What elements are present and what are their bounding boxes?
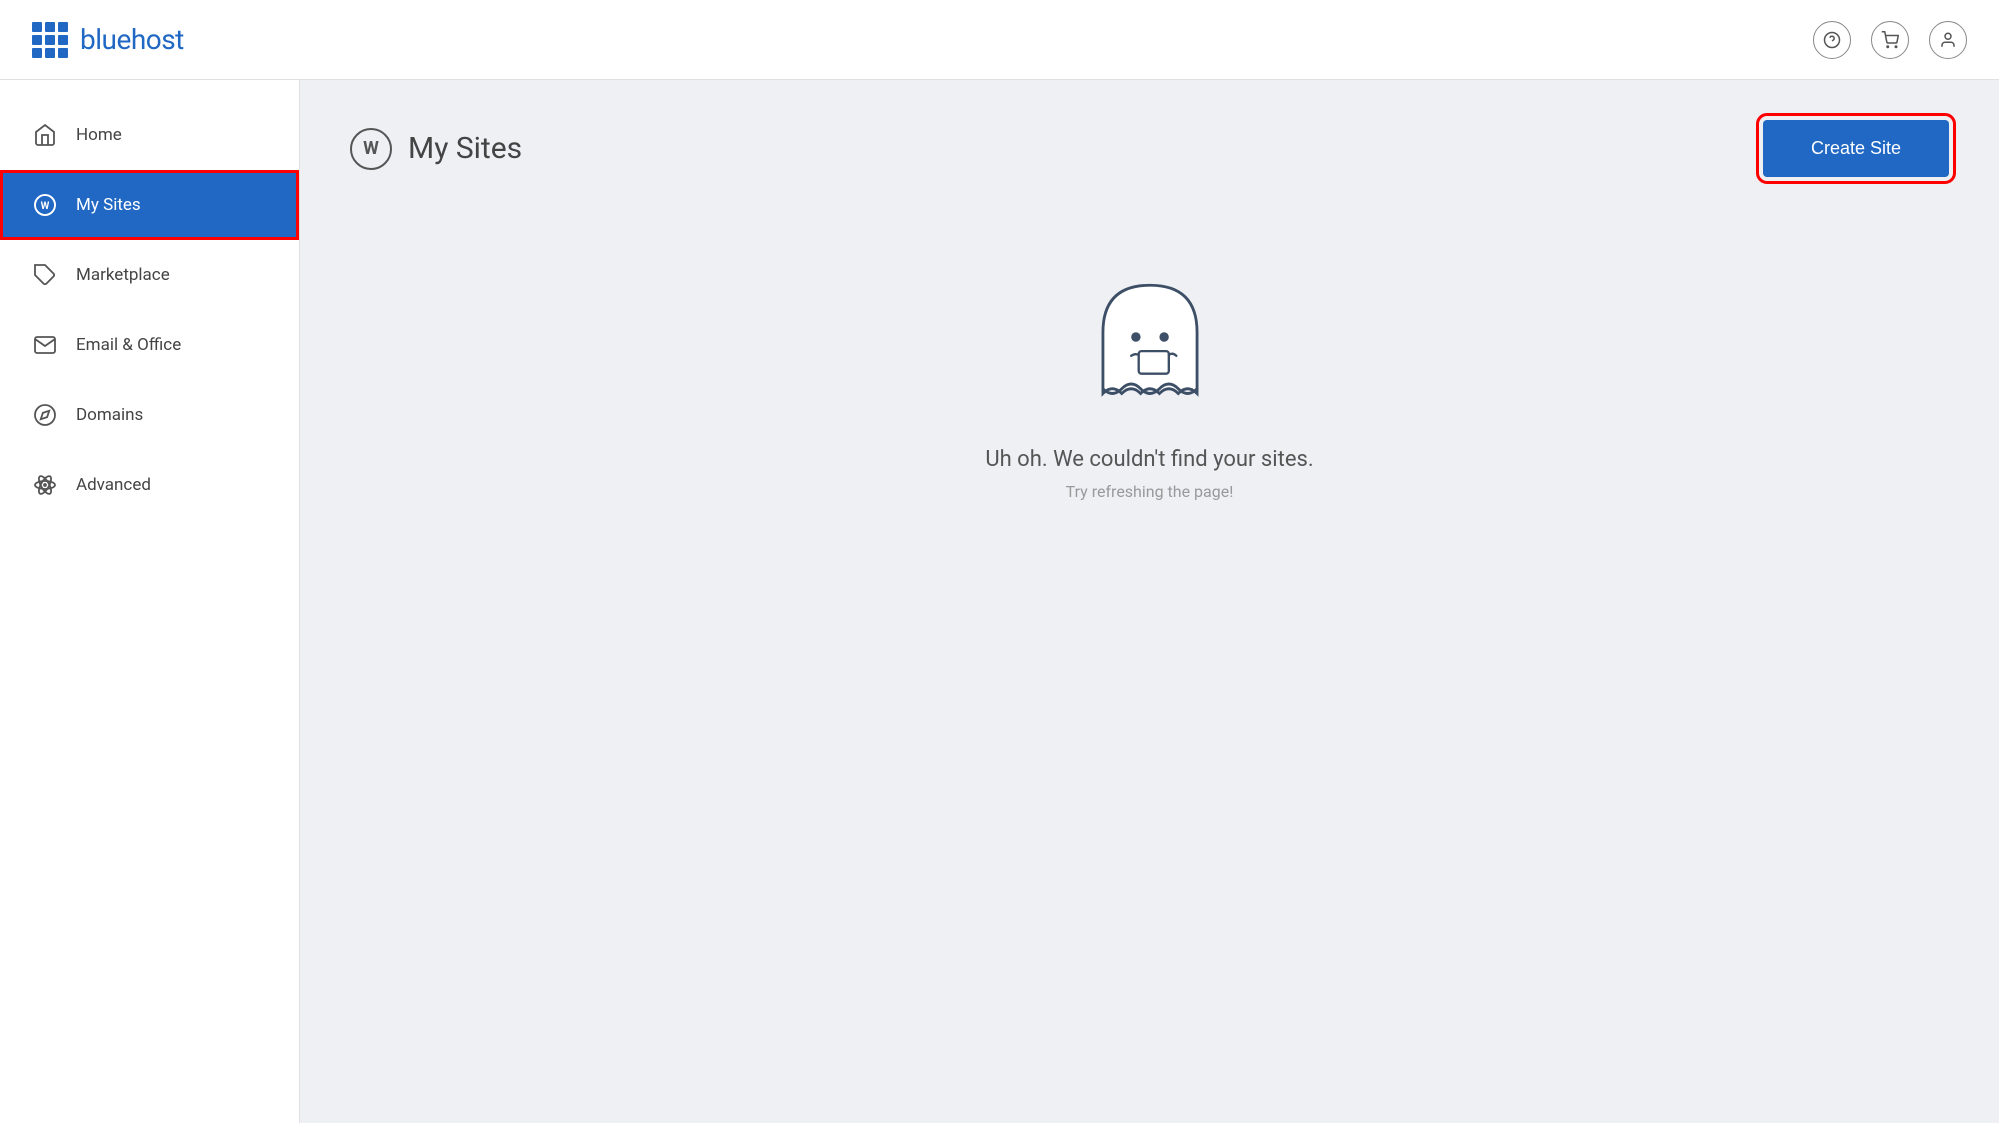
sidebar-item-advanced-label: Advanced: [76, 475, 151, 495]
empty-state-title: Uh oh. We couldn't find your sites.: [985, 447, 1313, 472]
sidebar-item-marketplace-label: Marketplace: [76, 265, 170, 285]
sidebar-item-my-sites-label: My Sites: [76, 195, 141, 215]
sidebar-item-my-sites[interactable]: W My Sites: [0, 170, 299, 240]
tag-icon: [32, 262, 58, 288]
sidebar-item-domains-label: Domains: [76, 405, 143, 425]
sidebar: Home W My Sites Marketplace Email & Off: [0, 80, 300, 1123]
logo-grid-icon: [32, 22, 68, 58]
home-icon: [32, 122, 58, 148]
page-header: W My Sites Create Site: [350, 120, 1949, 177]
atom-icon: [32, 472, 58, 498]
sidebar-item-email-office-label: Email & Office: [76, 335, 181, 355]
layout: Home W My Sites Marketplace Email & Off: [0, 0, 1999, 1123]
ghost-illustration: [1080, 257, 1220, 417]
user-button[interactable]: [1929, 21, 1967, 59]
wordpress-page-icon: W: [350, 128, 392, 170]
main-content: W My Sites Create Site Uh oh. We: [300, 80, 1999, 1123]
cart-button[interactable]: [1871, 21, 1909, 59]
sidebar-item-home[interactable]: Home: [0, 100, 299, 170]
create-site-button[interactable]: Create Site: [1763, 120, 1949, 177]
empty-state: Uh oh. We couldn't find your sites. Try …: [350, 257, 1949, 501]
sidebar-item-domains[interactable]: Domains: [0, 380, 299, 450]
sidebar-item-advanced[interactable]: Advanced: [0, 450, 299, 520]
help-button[interactable]: [1813, 21, 1851, 59]
header: bluehost: [0, 0, 1999, 80]
svg-text:W: W: [41, 201, 50, 212]
page-title-area: W My Sites: [350, 128, 522, 170]
sidebar-item-home-label: Home: [76, 125, 122, 145]
compass-icon: [32, 402, 58, 428]
header-actions: [1813, 21, 1967, 59]
empty-state-subtitle: Try refreshing the page!: [1066, 482, 1234, 501]
mail-icon: [32, 332, 58, 358]
sidebar-item-email-office[interactable]: Email & Office: [0, 310, 299, 380]
logo-text: bluehost: [80, 23, 184, 56]
page-title: My Sites: [408, 131, 522, 166]
wordpress-icon: W: [32, 192, 58, 218]
logo-area: bluehost: [32, 22, 184, 58]
sidebar-item-marketplace[interactable]: Marketplace: [0, 240, 299, 310]
